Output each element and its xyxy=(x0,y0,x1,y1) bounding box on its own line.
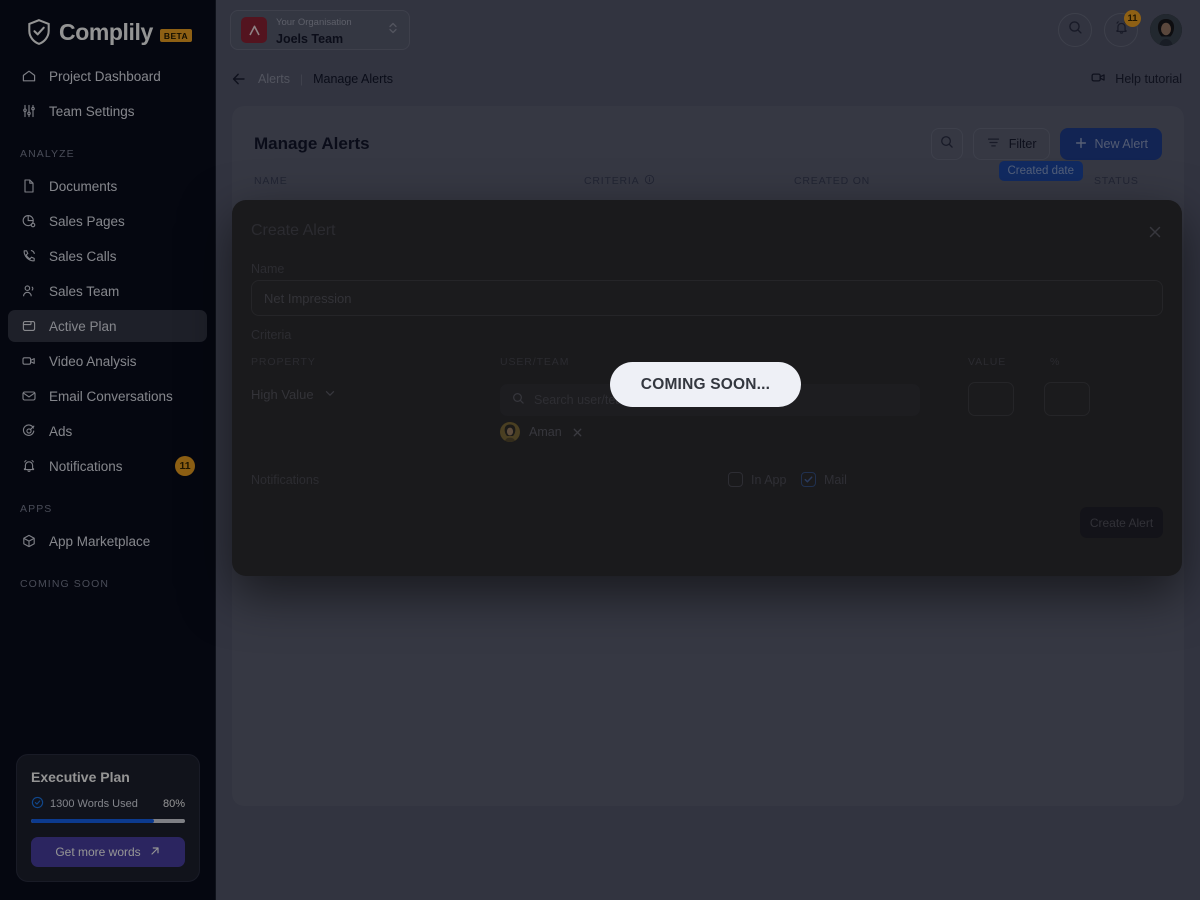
alert-name-value: Net Impression xyxy=(264,290,352,306)
checkbox-box xyxy=(728,472,743,487)
property-select[interactable]: High Value xyxy=(251,386,337,403)
mail-label: Mail xyxy=(824,472,847,487)
avatar xyxy=(500,422,520,442)
alert-name-input[interactable]: Net Impression xyxy=(251,280,1163,316)
column-header-user-team: USER/TEAM xyxy=(500,356,570,368)
column-header-property: PROPERTY xyxy=(251,356,316,368)
chevron-down-icon xyxy=(323,386,337,403)
selected-user-chip: Aman xyxy=(500,422,584,442)
value-input[interactable] xyxy=(968,382,1014,416)
column-header-percent: % xyxy=(1050,356,1061,368)
in-app-label: In App xyxy=(751,472,787,487)
close-icon[interactable] xyxy=(571,426,584,439)
in-app-checkbox[interactable]: In App xyxy=(728,472,786,487)
selected-user-name: Aman xyxy=(529,425,562,439)
column-header-value: VALUE xyxy=(968,356,1007,368)
name-field-label: Name xyxy=(251,262,285,276)
percent-input[interactable] xyxy=(1044,382,1090,416)
property-select-value: High Value xyxy=(251,387,314,402)
search-icon xyxy=(511,391,526,409)
modal-title: Create Alert xyxy=(251,222,336,239)
mail-checkbox[interactable]: Mail xyxy=(801,472,847,487)
notifications-label: Notifications xyxy=(251,473,320,487)
criteria-label: Criteria xyxy=(251,328,292,342)
coming-soon-tooltip: COMING SOON... xyxy=(610,362,801,407)
close-icon[interactable] xyxy=(1144,221,1166,243)
checkbox-box-checked xyxy=(801,472,816,487)
create-alert-submit-button[interactable]: Create Alert xyxy=(1080,507,1163,538)
